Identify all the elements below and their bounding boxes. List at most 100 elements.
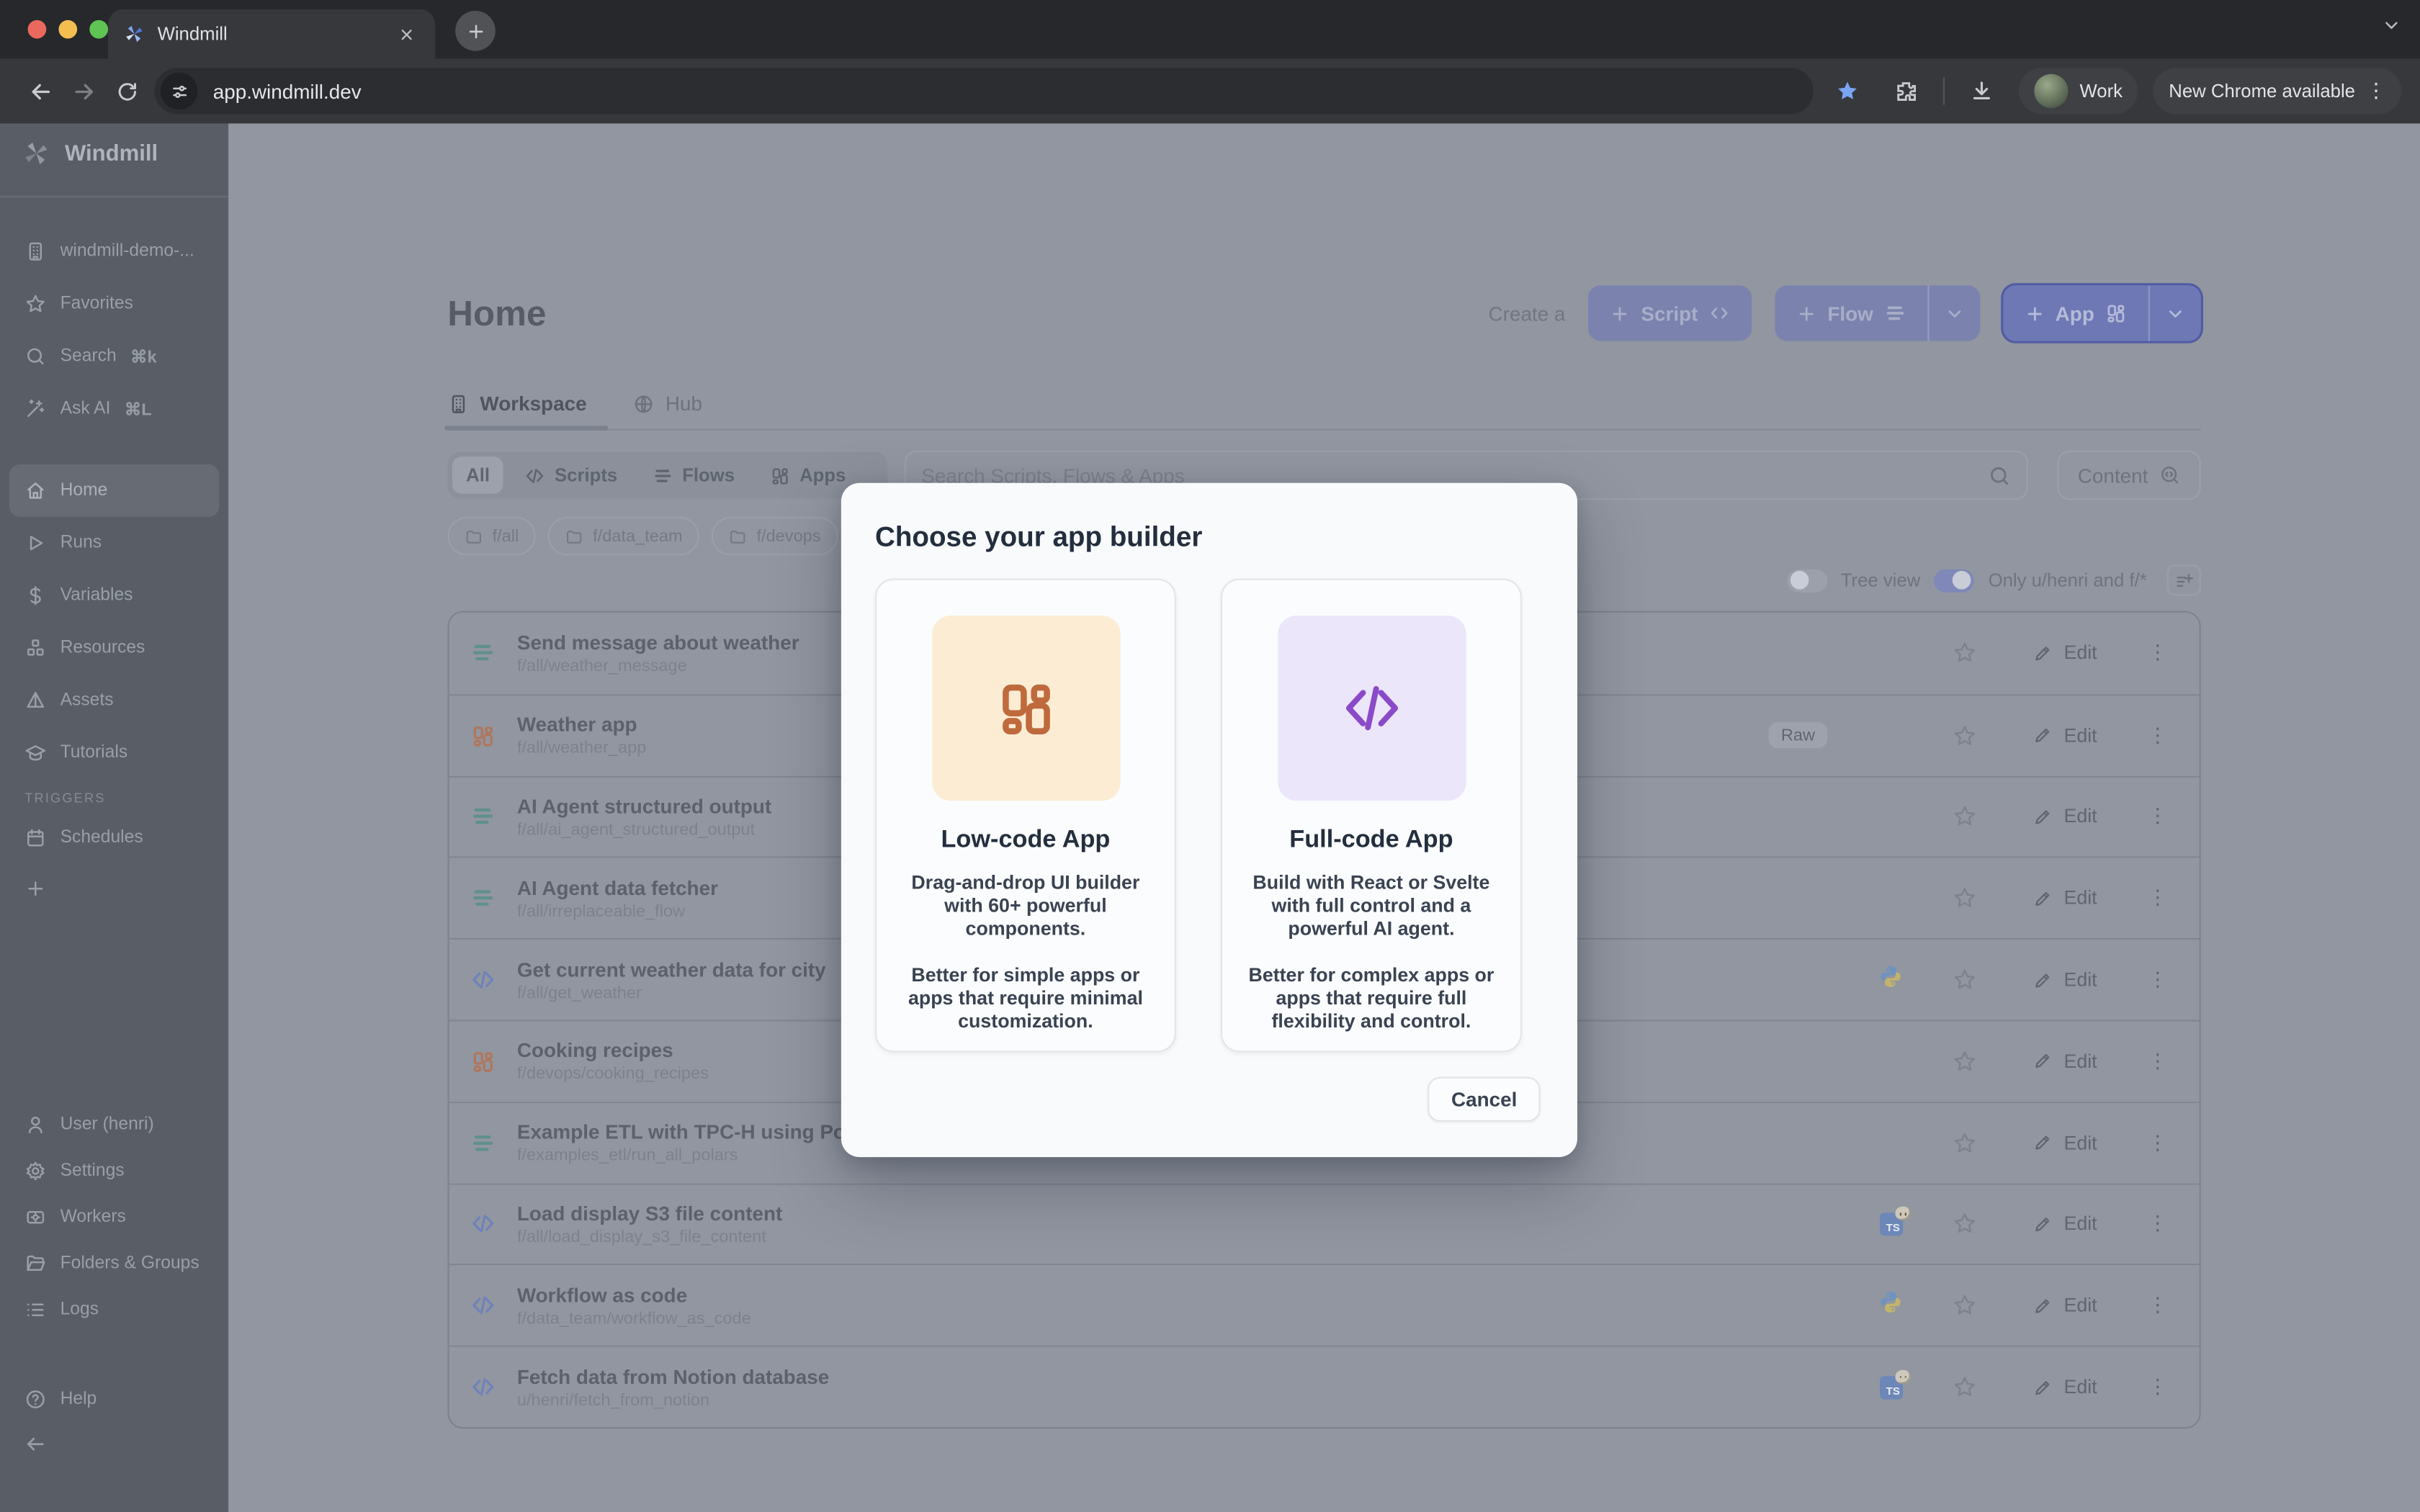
edit-button[interactable]: Edit xyxy=(2033,1377,2097,1398)
create-app-button[interactable]: App xyxy=(2003,285,2201,341)
sidebar-brand[interactable]: Windmill xyxy=(22,139,158,168)
back-icon[interactable] xyxy=(19,69,62,112)
edit-button[interactable]: Edit xyxy=(2033,1295,2097,1316)
reload-icon[interactable] xyxy=(105,69,148,112)
app-dropdown-chevron-icon[interactable] xyxy=(2148,285,2201,341)
sidebar-item-ask-ai[interactable]: Ask AI⌘L xyxy=(0,382,228,435)
profile-button[interactable]: Work xyxy=(2020,68,2138,114)
create-flow-button[interactable]: Flow xyxy=(1775,285,1980,341)
sidebar-item-assets[interactable]: Assets xyxy=(0,674,228,726)
sidebar-help-section: Help xyxy=(0,1380,228,1420)
sidebar-item-resources[interactable]: Resources xyxy=(0,622,228,675)
sidebar-item-user-henri[interactable]: User (henri) xyxy=(0,1102,228,1148)
minimize-window-button[interactable] xyxy=(58,20,77,39)
folder-chip-label: f/devops xyxy=(756,527,820,546)
folder-chip-f-devops[interactable]: f/devops xyxy=(712,517,838,556)
table-row[interactable]: Load display S3 file contentf/all/load_d… xyxy=(449,1183,2200,1264)
filter-plus-icon[interactable] xyxy=(2167,564,2201,595)
tab-hub[interactable]: Hub xyxy=(633,392,702,415)
row-menu-icon[interactable]: ⋮ xyxy=(2131,968,2184,992)
extensions-icon[interactable] xyxy=(1885,69,1928,112)
forward-icon[interactable] xyxy=(62,69,105,112)
sidebar-item-schedules[interactable]: Schedules xyxy=(0,814,228,860)
item-path: f/all/load_display_s3_file_content xyxy=(517,1228,782,1247)
row-menu-icon[interactable]: ⋮ xyxy=(2131,1049,2184,1074)
edit-button[interactable]: Edit xyxy=(2033,806,2097,828)
edit-button[interactable]: Edit xyxy=(2033,1050,2097,1072)
favorite-star-icon[interactable] xyxy=(1931,1374,1999,1399)
edit-button[interactable]: Edit xyxy=(2033,888,2097,909)
row-menu-icon[interactable]: ⋮ xyxy=(2131,641,2184,665)
row-menu-icon[interactable]: ⋮ xyxy=(2131,804,2184,829)
site-settings-icon[interactable] xyxy=(161,73,197,109)
add-trigger-button[interactable] xyxy=(0,865,228,912)
browser-tab[interactable]: Windmill xyxy=(108,9,435,59)
collapse-sidebar-button[interactable] xyxy=(0,1424,228,1464)
favorite-star-icon[interactable] xyxy=(1931,1049,1999,1074)
table-row[interactable]: Workflow as codef/data_team/workflow_as_… xyxy=(449,1264,2200,1346)
sidebar-item-favorites[interactable]: Favorites xyxy=(0,278,228,330)
favorite-star-icon[interactable] xyxy=(1931,804,1999,829)
sidebar-item-search[interactable]: Search⌘k xyxy=(0,330,228,383)
sidebar-item-runs[interactable]: Runs xyxy=(0,517,228,570)
row-menu-icon[interactable]: ⋮ xyxy=(2131,1212,2184,1236)
sidebar-item-home[interactable]: Home xyxy=(9,464,219,517)
owner-filter-toggle[interactable] xyxy=(1935,569,1975,592)
maximize-window-button[interactable] xyxy=(89,20,108,39)
workers-icon xyxy=(24,1207,46,1228)
option-card-low-code-app[interactable]: Low-code AppDrag-and-drop UI builder wit… xyxy=(875,579,1176,1053)
close-window-button[interactable] xyxy=(28,20,47,39)
bookmark-star-icon[interactable] xyxy=(1827,69,1870,112)
sidebar-item-settings[interactable]: Settings xyxy=(0,1148,228,1194)
sidebar-item-folders-groups[interactable]: Folders & Groups xyxy=(0,1241,228,1287)
tab-search-chevron-icon[interactable] xyxy=(2381,15,2401,43)
favorite-star-icon[interactable] xyxy=(1931,886,1999,911)
sidebar-item-label: Search xyxy=(60,347,117,366)
pyramid-icon xyxy=(24,690,46,711)
tree-view-toggle[interactable] xyxy=(1787,569,1827,592)
favorite-star-icon[interactable] xyxy=(1931,1293,1999,1318)
row-menu-icon[interactable]: ⋮ xyxy=(2131,1293,2184,1318)
option-card-full-code-app[interactable]: Full-code AppBuild with React or Svelte … xyxy=(1221,579,1522,1053)
tab-close-icon[interactable] xyxy=(392,20,420,48)
sidebar-item-windmill-demo[interactable]: windmill-demo-... xyxy=(0,225,228,278)
filter-pill-apps[interactable]: Apps xyxy=(756,456,860,493)
filter-pill-flows[interactable]: Flows xyxy=(639,456,748,493)
folder-chip-f-all[interactable]: f/all xyxy=(447,517,535,556)
folder-chip-f-data-team[interactable]: f/data_team xyxy=(548,517,699,556)
sidebar-item-logs[interactable]: Logs xyxy=(0,1287,228,1333)
edit-button[interactable]: Edit xyxy=(2033,1213,2097,1235)
sidebar-item-workers[interactable]: Workers xyxy=(0,1194,228,1241)
favorite-star-icon[interactable] xyxy=(1931,723,1999,747)
favorite-star-icon[interactable] xyxy=(1931,1212,1999,1236)
tab-workspace[interactable]: Workspace xyxy=(447,392,586,415)
sidebar-item-tutorials[interactable]: Tutorials xyxy=(0,726,228,779)
sidebar-item-variables[interactable]: Variables xyxy=(0,570,228,622)
downloads-icon[interactable] xyxy=(1960,69,2004,112)
new-tab-button[interactable] xyxy=(455,11,496,51)
browser-toolbar: app.windmill.dev Work New Chrome xyxy=(0,58,2420,123)
filter-pill-scripts[interactable]: Scripts xyxy=(511,456,631,493)
edit-button[interactable]: Edit xyxy=(2033,1132,2097,1153)
browser-menu-icon[interactable]: ⋮ xyxy=(2366,78,2386,103)
content-search-button[interactable]: Content xyxy=(2057,451,2200,500)
row-menu-icon[interactable]: ⋮ xyxy=(2131,1374,2184,1399)
create-script-button[interactable]: Script xyxy=(1589,285,1752,341)
cancel-button[interactable]: Cancel xyxy=(1428,1077,1541,1122)
favorite-star-icon[interactable] xyxy=(1931,641,1999,665)
chrome-update-button[interactable]: New Chrome available ⋮ xyxy=(2154,68,2401,114)
sidebar-item-help[interactable]: Help xyxy=(0,1380,228,1420)
row-menu-icon[interactable]: ⋮ xyxy=(2131,886,2184,911)
table-row[interactable]: Fetch data from Notion databaseu/henri/f… xyxy=(449,1346,2200,1427)
type-filter-group: AllScriptsFlowsApps xyxy=(447,452,887,498)
favorite-star-icon[interactable] xyxy=(1931,968,1999,992)
row-menu-icon[interactable]: ⋮ xyxy=(2131,1130,2184,1155)
url-bar[interactable]: app.windmill.dev xyxy=(154,68,1814,114)
filter-pill-all[interactable]: All xyxy=(452,456,503,493)
flow-dropdown-chevron-icon[interactable] xyxy=(1927,285,1980,341)
favorite-star-icon[interactable] xyxy=(1931,1130,1999,1155)
edit-button[interactable]: Edit xyxy=(2033,724,2097,746)
edit-button[interactable]: Edit xyxy=(2033,642,2097,664)
edit-button[interactable]: Edit xyxy=(2033,969,2097,991)
row-menu-icon[interactable]: ⋮ xyxy=(2131,723,2184,747)
